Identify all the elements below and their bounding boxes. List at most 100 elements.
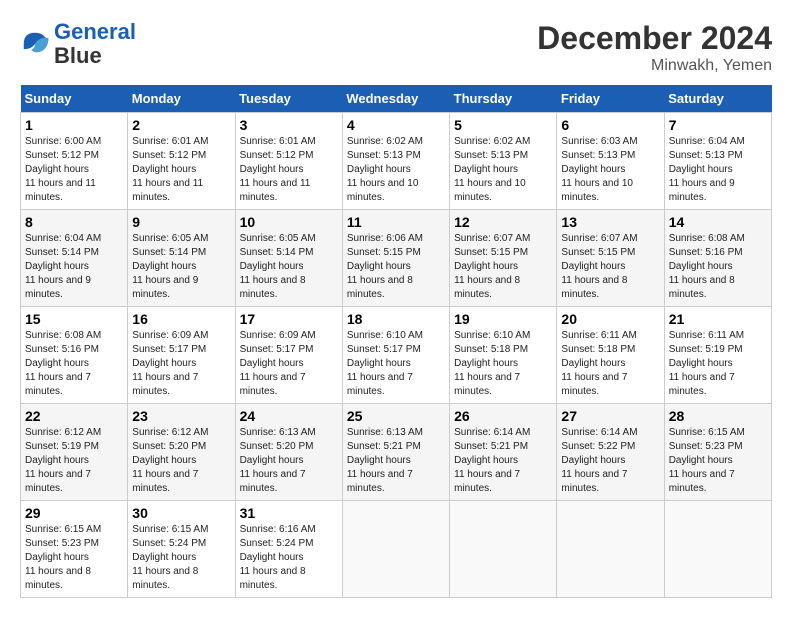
day-number: 10: [240, 214, 338, 230]
day-number: 29: [25, 505, 123, 521]
day-number: 12: [454, 214, 552, 230]
day-number: 25: [347, 408, 445, 424]
location-title: Minwakh, Yemen: [537, 57, 772, 75]
calendar-week-row: 8 Sunrise: 6:04 AM Sunset: 5:14 PM Dayli…: [21, 210, 772, 307]
day-info: Sunrise: 6:02 AM Sunset: 5:13 PM Dayligh…: [454, 135, 552, 205]
day-number: 7: [669, 117, 767, 133]
day-info: Sunrise: 6:02 AM Sunset: 5:13 PM Dayligh…: [347, 135, 445, 205]
day-number: 13: [561, 214, 659, 230]
calendar-cell: 28 Sunrise: 6:15 AM Sunset: 5:23 PM Dayl…: [664, 404, 771, 501]
header-tuesday: Tuesday: [235, 85, 342, 113]
day-number: 15: [25, 311, 123, 327]
calendar-table: Sunday Monday Tuesday Wednesday Thursday…: [20, 85, 772, 598]
calendar-cell: 1 Sunrise: 6:00 AM Sunset: 5:12 PM Dayli…: [21, 113, 128, 210]
day-number: 1: [25, 117, 123, 133]
day-number: 16: [132, 311, 230, 327]
header-monday: Monday: [128, 85, 235, 113]
calendar-cell: 17 Sunrise: 6:09 AM Sunset: 5:17 PM Dayl…: [235, 307, 342, 404]
title-block: December 2024 Minwakh, Yemen: [537, 20, 772, 75]
day-info: Sunrise: 6:04 AM Sunset: 5:13 PM Dayligh…: [669, 135, 767, 205]
day-number: 22: [25, 408, 123, 424]
calendar-cell: 8 Sunrise: 6:04 AM Sunset: 5:14 PM Dayli…: [21, 210, 128, 307]
day-info: Sunrise: 6:05 AM Sunset: 5:14 PM Dayligh…: [240, 232, 338, 302]
logo-line2: Blue: [54, 44, 136, 68]
day-info: Sunrise: 6:12 AM Sunset: 5:20 PM Dayligh…: [132, 426, 230, 496]
calendar-cell: 13 Sunrise: 6:07 AM Sunset: 5:15 PM Dayl…: [557, 210, 664, 307]
day-number: 30: [132, 505, 230, 521]
day-info: Sunrise: 6:16 AM Sunset: 5:24 PM Dayligh…: [240, 523, 338, 593]
day-info: Sunrise: 6:13 AM Sunset: 5:20 PM Dayligh…: [240, 426, 338, 496]
calendar-week-row: 15 Sunrise: 6:08 AM Sunset: 5:16 PM Dayl…: [21, 307, 772, 404]
day-info: Sunrise: 6:09 AM Sunset: 5:17 PM Dayligh…: [132, 329, 230, 399]
day-number: 17: [240, 311, 338, 327]
day-info: Sunrise: 6:04 AM Sunset: 5:14 PM Dayligh…: [25, 232, 123, 302]
header-thursday: Thursday: [450, 85, 557, 113]
day-info: Sunrise: 6:14 AM Sunset: 5:22 PM Dayligh…: [561, 426, 659, 496]
calendar-cell: [450, 501, 557, 598]
calendar-cell: 27 Sunrise: 6:14 AM Sunset: 5:22 PM Dayl…: [557, 404, 664, 501]
day-number: 18: [347, 311, 445, 327]
day-info: Sunrise: 6:13 AM Sunset: 5:21 PM Dayligh…: [347, 426, 445, 496]
calendar-cell: 25 Sunrise: 6:13 AM Sunset: 5:21 PM Dayl…: [342, 404, 449, 501]
calendar-cell: [557, 501, 664, 598]
calendar-week-row: 29 Sunrise: 6:15 AM Sunset: 5:23 PM Dayl…: [21, 501, 772, 598]
day-info: Sunrise: 6:10 AM Sunset: 5:17 PM Dayligh…: [347, 329, 445, 399]
calendar-cell: 31 Sunrise: 6:16 AM Sunset: 5:24 PM Dayl…: [235, 501, 342, 598]
header-wednesday: Wednesday: [342, 85, 449, 113]
day-number: 28: [669, 408, 767, 424]
day-info: Sunrise: 6:01 AM Sunset: 5:12 PM Dayligh…: [240, 135, 338, 205]
calendar-cell: 16 Sunrise: 6:09 AM Sunset: 5:17 PM Dayl…: [128, 307, 235, 404]
day-number: 14: [669, 214, 767, 230]
calendar-cell: 26 Sunrise: 6:14 AM Sunset: 5:21 PM Dayl…: [450, 404, 557, 501]
day-info: Sunrise: 6:14 AM Sunset: 5:21 PM Dayligh…: [454, 426, 552, 496]
calendar-cell: 14 Sunrise: 6:08 AM Sunset: 5:16 PM Dayl…: [664, 210, 771, 307]
day-number: 26: [454, 408, 552, 424]
day-number: 20: [561, 311, 659, 327]
calendar-header-row: Sunday Monday Tuesday Wednesday Thursday…: [21, 85, 772, 113]
day-info: Sunrise: 6:10 AM Sunset: 5:18 PM Dayligh…: [454, 329, 552, 399]
logo-icon: [20, 29, 50, 59]
calendar-cell: 3 Sunrise: 6:01 AM Sunset: 5:12 PM Dayli…: [235, 113, 342, 210]
day-number: 27: [561, 408, 659, 424]
day-number: 5: [454, 117, 552, 133]
day-info: Sunrise: 6:08 AM Sunset: 5:16 PM Dayligh…: [25, 329, 123, 399]
day-info: Sunrise: 6:06 AM Sunset: 5:15 PM Dayligh…: [347, 232, 445, 302]
day-number: 11: [347, 214, 445, 230]
day-number: 23: [132, 408, 230, 424]
day-info: Sunrise: 6:11 AM Sunset: 5:18 PM Dayligh…: [561, 329, 659, 399]
logo-text: General Blue: [54, 20, 136, 68]
header-sunday: Sunday: [21, 85, 128, 113]
calendar-cell: 21 Sunrise: 6:11 AM Sunset: 5:19 PM Dayl…: [664, 307, 771, 404]
calendar-cell: 5 Sunrise: 6:02 AM Sunset: 5:13 PM Dayli…: [450, 113, 557, 210]
calendar-cell: 22 Sunrise: 6:12 AM Sunset: 5:19 PM Dayl…: [21, 404, 128, 501]
calendar-cell: [664, 501, 771, 598]
day-info: Sunrise: 6:05 AM Sunset: 5:14 PM Dayligh…: [132, 232, 230, 302]
calendar-cell: 2 Sunrise: 6:01 AM Sunset: 5:12 PM Dayli…: [128, 113, 235, 210]
day-number: 21: [669, 311, 767, 327]
calendar-cell: 7 Sunrise: 6:04 AM Sunset: 5:13 PM Dayli…: [664, 113, 771, 210]
calendar-cell: [342, 501, 449, 598]
day-number: 24: [240, 408, 338, 424]
header-saturday: Saturday: [664, 85, 771, 113]
day-info: Sunrise: 6:08 AM Sunset: 5:16 PM Dayligh…: [669, 232, 767, 302]
calendar-cell: 18 Sunrise: 6:10 AM Sunset: 5:17 PM Dayl…: [342, 307, 449, 404]
calendar-cell: 19 Sunrise: 6:10 AM Sunset: 5:18 PM Dayl…: [450, 307, 557, 404]
day-info: Sunrise: 6:03 AM Sunset: 5:13 PM Dayligh…: [561, 135, 659, 205]
day-number: 19: [454, 311, 552, 327]
day-number: 9: [132, 214, 230, 230]
day-info: Sunrise: 6:00 AM Sunset: 5:12 PM Dayligh…: [25, 135, 123, 205]
header-friday: Friday: [557, 85, 664, 113]
page-header: General Blue December 2024 Minwakh, Yeme…: [20, 20, 772, 75]
day-number: 2: [132, 117, 230, 133]
calendar-cell: 12 Sunrise: 6:07 AM Sunset: 5:15 PM Dayl…: [450, 210, 557, 307]
calendar-cell: 6 Sunrise: 6:03 AM Sunset: 5:13 PM Dayli…: [557, 113, 664, 210]
day-info: Sunrise: 6:12 AM Sunset: 5:19 PM Dayligh…: [25, 426, 123, 496]
calendar-cell: 10 Sunrise: 6:05 AM Sunset: 5:14 PM Dayl…: [235, 210, 342, 307]
day-info: Sunrise: 6:07 AM Sunset: 5:15 PM Dayligh…: [454, 232, 552, 302]
day-number: 3: [240, 117, 338, 133]
day-number: 8: [25, 214, 123, 230]
calendar-week-row: 1 Sunrise: 6:00 AM Sunset: 5:12 PM Dayli…: [21, 113, 772, 210]
calendar-cell: 9 Sunrise: 6:05 AM Sunset: 5:14 PM Dayli…: [128, 210, 235, 307]
day-info: Sunrise: 6:11 AM Sunset: 5:19 PM Dayligh…: [669, 329, 767, 399]
day-info: Sunrise: 6:01 AM Sunset: 5:12 PM Dayligh…: [132, 135, 230, 205]
